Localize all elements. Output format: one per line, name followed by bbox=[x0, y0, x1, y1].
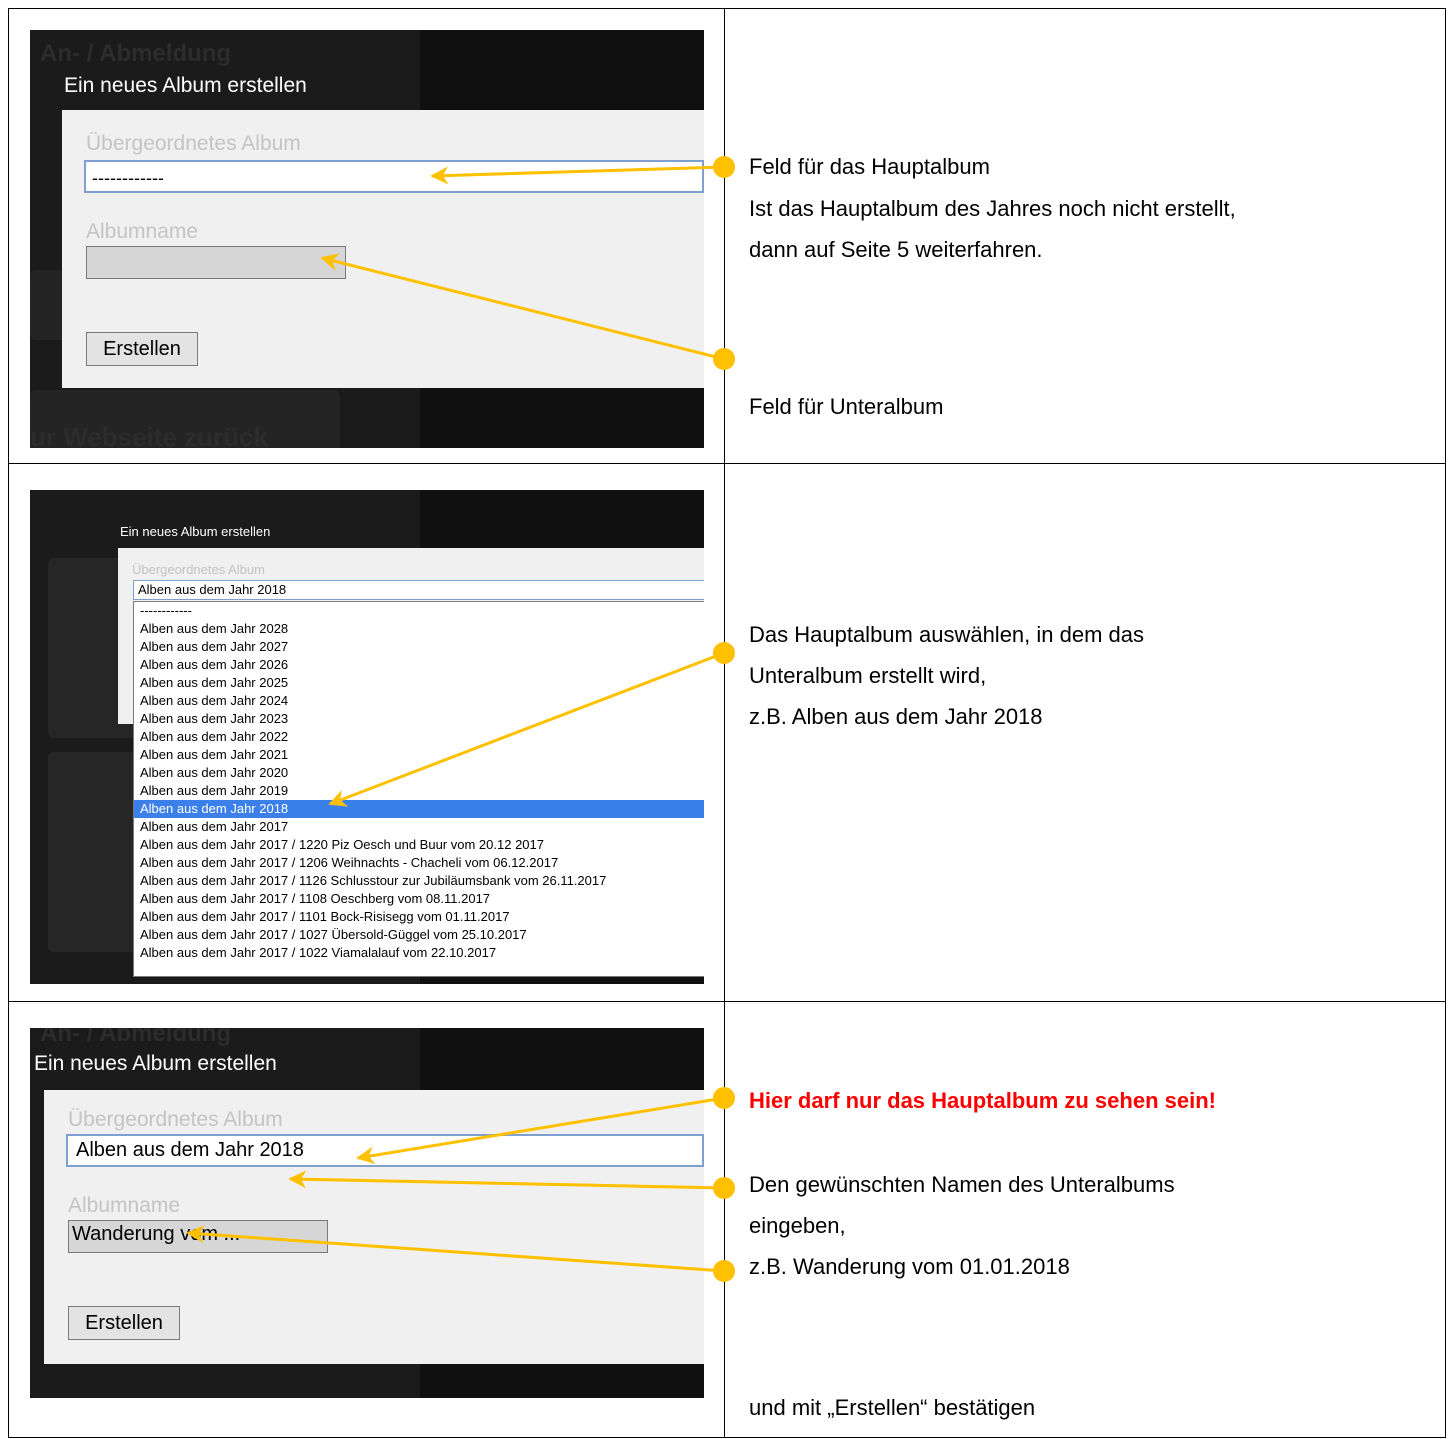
callout-dot bbox=[713, 1177, 735, 1199]
arrow-to-create-button-3 bbox=[186, 1225, 725, 1273]
callout-dot bbox=[713, 156, 735, 178]
callout-arrows bbox=[186, 156, 735, 1282]
arrow-to-name-input-1 bbox=[320, 253, 725, 361]
arrow-to-parent-select-3 bbox=[356, 1096, 725, 1165]
arrow-to-selected-option bbox=[328, 651, 725, 807]
callout-dot bbox=[713, 1260, 735, 1282]
callout-dot bbox=[713, 1087, 735, 1109]
arrow-to-name-input-3 bbox=[288, 1170, 725, 1190]
callout-dot bbox=[713, 348, 735, 370]
callout-dot bbox=[713, 642, 735, 664]
arrow-to-parent-select-1 bbox=[430, 165, 725, 185]
